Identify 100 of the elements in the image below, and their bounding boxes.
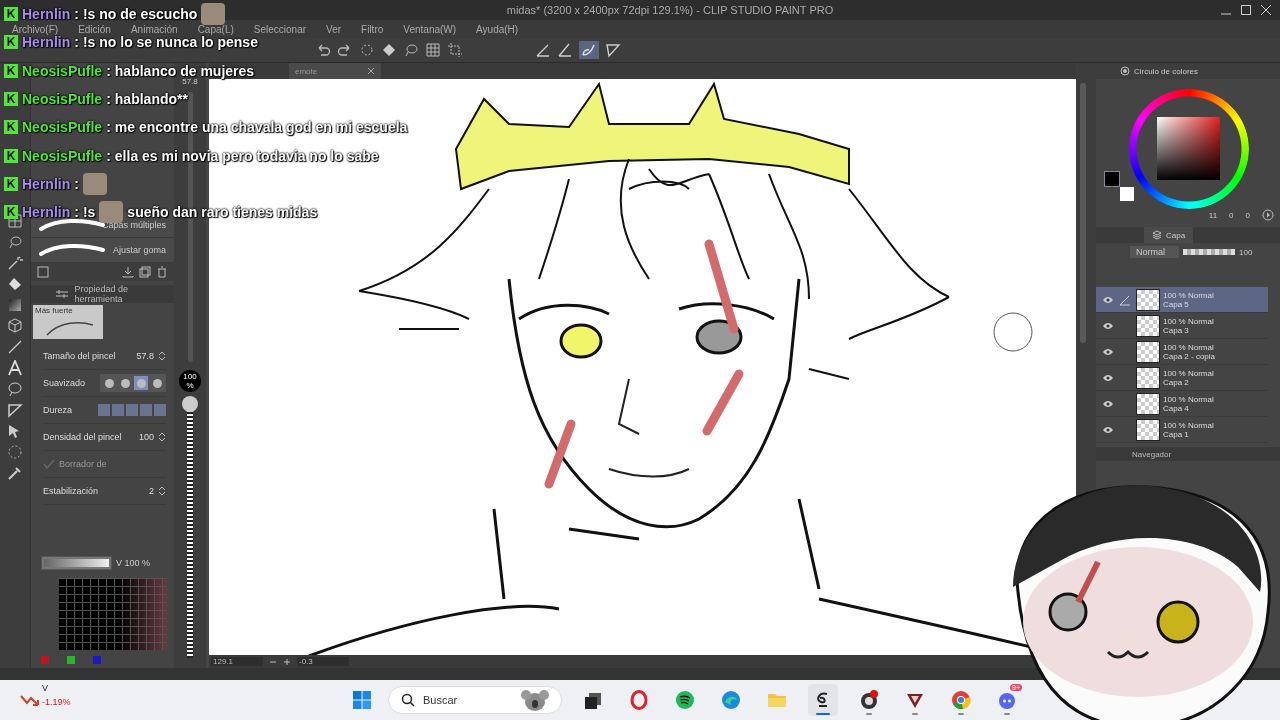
zoom-field[interactable]: 129.1 [211,657,263,666]
record-icon [859,690,879,710]
menu-item[interactable]: Seleccionar [253,23,307,35]
eye-icon[interactable] [1102,373,1114,382]
eye-icon[interactable] [1102,295,1114,304]
cube-icon[interactable] [7,318,23,334]
layer-row[interactable]: 100 % Normal Capa 2 - copia [1096,339,1268,365]
speech-bubble-icon[interactable] [7,381,23,397]
layer-thumbnail [1136,392,1160,415]
pen-icon[interactable] [557,42,573,58]
pen-icon[interactable] [535,42,551,58]
dotted-circle-icon[interactable] [7,444,23,460]
blend-mode-dropdown[interactable]: Normal [1130,246,1179,258]
crop-icon[interactable] [447,42,463,58]
wand-icon[interactable] [7,255,23,271]
close-icon[interactable] [367,67,375,75]
layer-thumbnail [1136,366,1160,389]
layer-row[interactable]: 100 % Normal Capa 2 [1096,365,1268,391]
layer-label: 100 % Normal Capa 2 - copia [1163,342,1216,361]
taskbar-app[interactable] [808,684,838,716]
hardness-swatch[interactable] [98,404,110,416]
trash-icon[interactable] [156,266,168,278]
property-label: Densidad del pincel [43,432,123,442]
property-value[interactable]: 57.8 [136,351,154,361]
platform-badge: K [4,92,18,107]
hardness-swatch[interactable] [112,404,124,416]
spinner-icon[interactable] [158,350,166,362]
search-field[interactable]: Buscar [388,686,562,714]
menu-item[interactable]: Archivo(F) [12,23,59,35]
sub-tool-item[interactable]: Ajustar goma [31,238,174,263]
windows-logo-icon[interactable] [352,690,372,710]
property-label: Dureza [43,405,73,415]
eyedropper-icon[interactable] [7,465,23,481]
background-color-swatch[interactable] [1120,187,1134,201]
canvas-tab[interactable]: emote [289,63,381,79]
spinner-icon[interactable] [158,431,166,443]
layer-label: 100 % Normal Capa 3 [1163,316,1214,335]
menu-item[interactable]: Capa(L) [197,23,234,35]
gradient-icon[interactable] [7,297,23,313]
layer-thumbnail [1136,314,1160,337]
opacity-thumb[interactable] [182,396,198,412]
stock-down-icon[interactable] [20,693,40,707]
ruler-icon[interactable] [605,42,621,58]
layer-row[interactable]: 100 % Normal Capa 5 [1096,287,1268,313]
layer-label: 100 % Normal Capa 2 [1163,368,1214,387]
layer-row[interactable]: 100 % Normal Capa 1 [1096,417,1268,443]
eye-icon[interactable] [1102,321,1114,330]
play-icon[interactable] [1262,209,1274,221]
sun-icon[interactable] [359,42,375,58]
menu-item[interactable]: Edición [78,23,111,35]
layer-row[interactable]: 100 % Normal Capa 3 [1096,313,1268,339]
download-icon[interactable] [122,266,134,278]
color-channel-icon [41,656,49,664]
brush-cursor-icon [992,311,1034,353]
maximize-icon[interactable] [1240,4,1252,16]
navigator-tab[interactable]: Navegador [1096,447,1280,461]
stock-change: -1.19% [42,697,71,707]
chat-username: Hernlin [22,175,71,192]
layer-opacity-value[interactable]: 100 [1239,247,1253,257]
chat-separator: : [106,147,111,164]
hardness-swatch[interactable] [140,404,152,416]
scroll-bar[interactable] [1080,83,1086,343]
angle-field[interactable]: -0.3 [297,657,349,666]
menu-item[interactable]: Ver [326,23,342,35]
bucket-icon[interactable] [381,42,397,58]
layer-row[interactable]: 100 % Normal Capa 4 [1096,391,1268,417]
property-value[interactable]: 2 [149,486,154,496]
eye-icon[interactable] [1102,347,1114,356]
platform-badge: K [4,120,18,135]
lasso-icon[interactable] [403,42,419,58]
foreground-color-swatch[interactable] [1104,171,1120,187]
layer-tab[interactable]: Capa [1144,227,1194,243]
menu-item[interactable]: Ventana(W) [403,23,457,35]
property-value[interactable]: 100 [138,432,154,442]
spinner-icon[interactable] [158,485,166,497]
layer-label: 100 % Normal Capa 5 [1163,290,1214,309]
menu-item[interactable]: Ayuda(H) [476,23,519,35]
color-channel-icon [67,656,75,664]
eye-icon[interactable] [1102,399,1114,408]
color-square[interactable] [1157,117,1220,180]
text-tool-icon[interactable] [7,360,23,376]
close-icon[interactable] [1260,4,1272,16]
menu-item[interactable]: Filtro [361,23,384,35]
color-grid[interactable] [59,578,167,650]
checkbox-icon[interactable] [37,266,49,278]
copy-icon[interactable] [139,266,151,278]
plus-icon[interactable] [283,657,291,666]
eye-icon[interactable] [1102,425,1114,434]
color-readout: 11 [1208,210,1218,220]
wave-circle-icon [721,690,741,710]
menu-item[interactable]: Animación [130,23,178,35]
hardness-swatch[interactable] [126,404,138,416]
brush-icon[interactable] [579,41,599,59]
ruler-icon[interactable] [7,402,23,418]
hardness-swatch[interactable] [154,404,166,416]
lasso-icon[interactable] [7,234,23,250]
line-icon[interactable] [7,339,23,355]
chat-message: !s no de escucho [82,6,198,23]
layers-icon [1152,230,1162,240]
bucket-icon[interactable] [7,276,23,292]
